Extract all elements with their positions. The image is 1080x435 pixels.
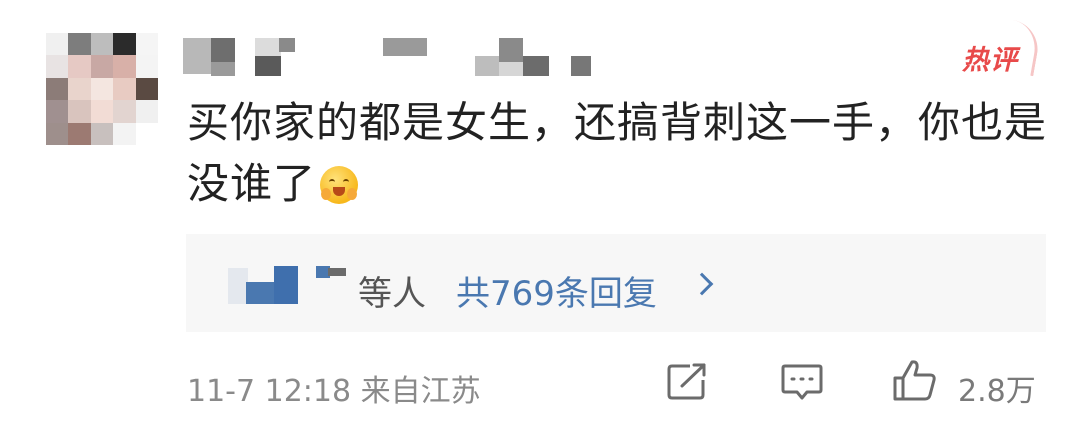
username-mosaic[interactable]	[183, 38, 603, 78]
reply-preview[interactable]: 等人 共769条回复	[186, 234, 1046, 332]
comment-time-location: 11-7 12:18 来自江苏	[187, 374, 481, 409]
like-count: 2.8万	[958, 374, 1036, 409]
blush-hug-emoji-icon	[320, 166, 359, 204]
thumbs-up-icon[interactable]	[892, 358, 938, 402]
share-icon[interactable]	[666, 362, 710, 402]
reply-count-link[interactable]: 共769条回复	[456, 266, 657, 315]
replier-etc-label: 等人	[358, 274, 426, 314]
comment-body: 买你家的都是女生，还搞背刺这一手，你也是没谁了	[187, 98, 1048, 208]
replier-names-mosaic	[228, 266, 346, 306]
comment-icon[interactable]	[780, 362, 824, 402]
comment-text: 买你家的都是女生，还搞背刺这一手，你也是没谁了	[187, 92, 1047, 214]
chevron-right-icon[interactable]	[690, 272, 714, 296]
avatar[interactable]	[46, 33, 158, 145]
hot-comment-badge: 热评	[962, 38, 1018, 77]
